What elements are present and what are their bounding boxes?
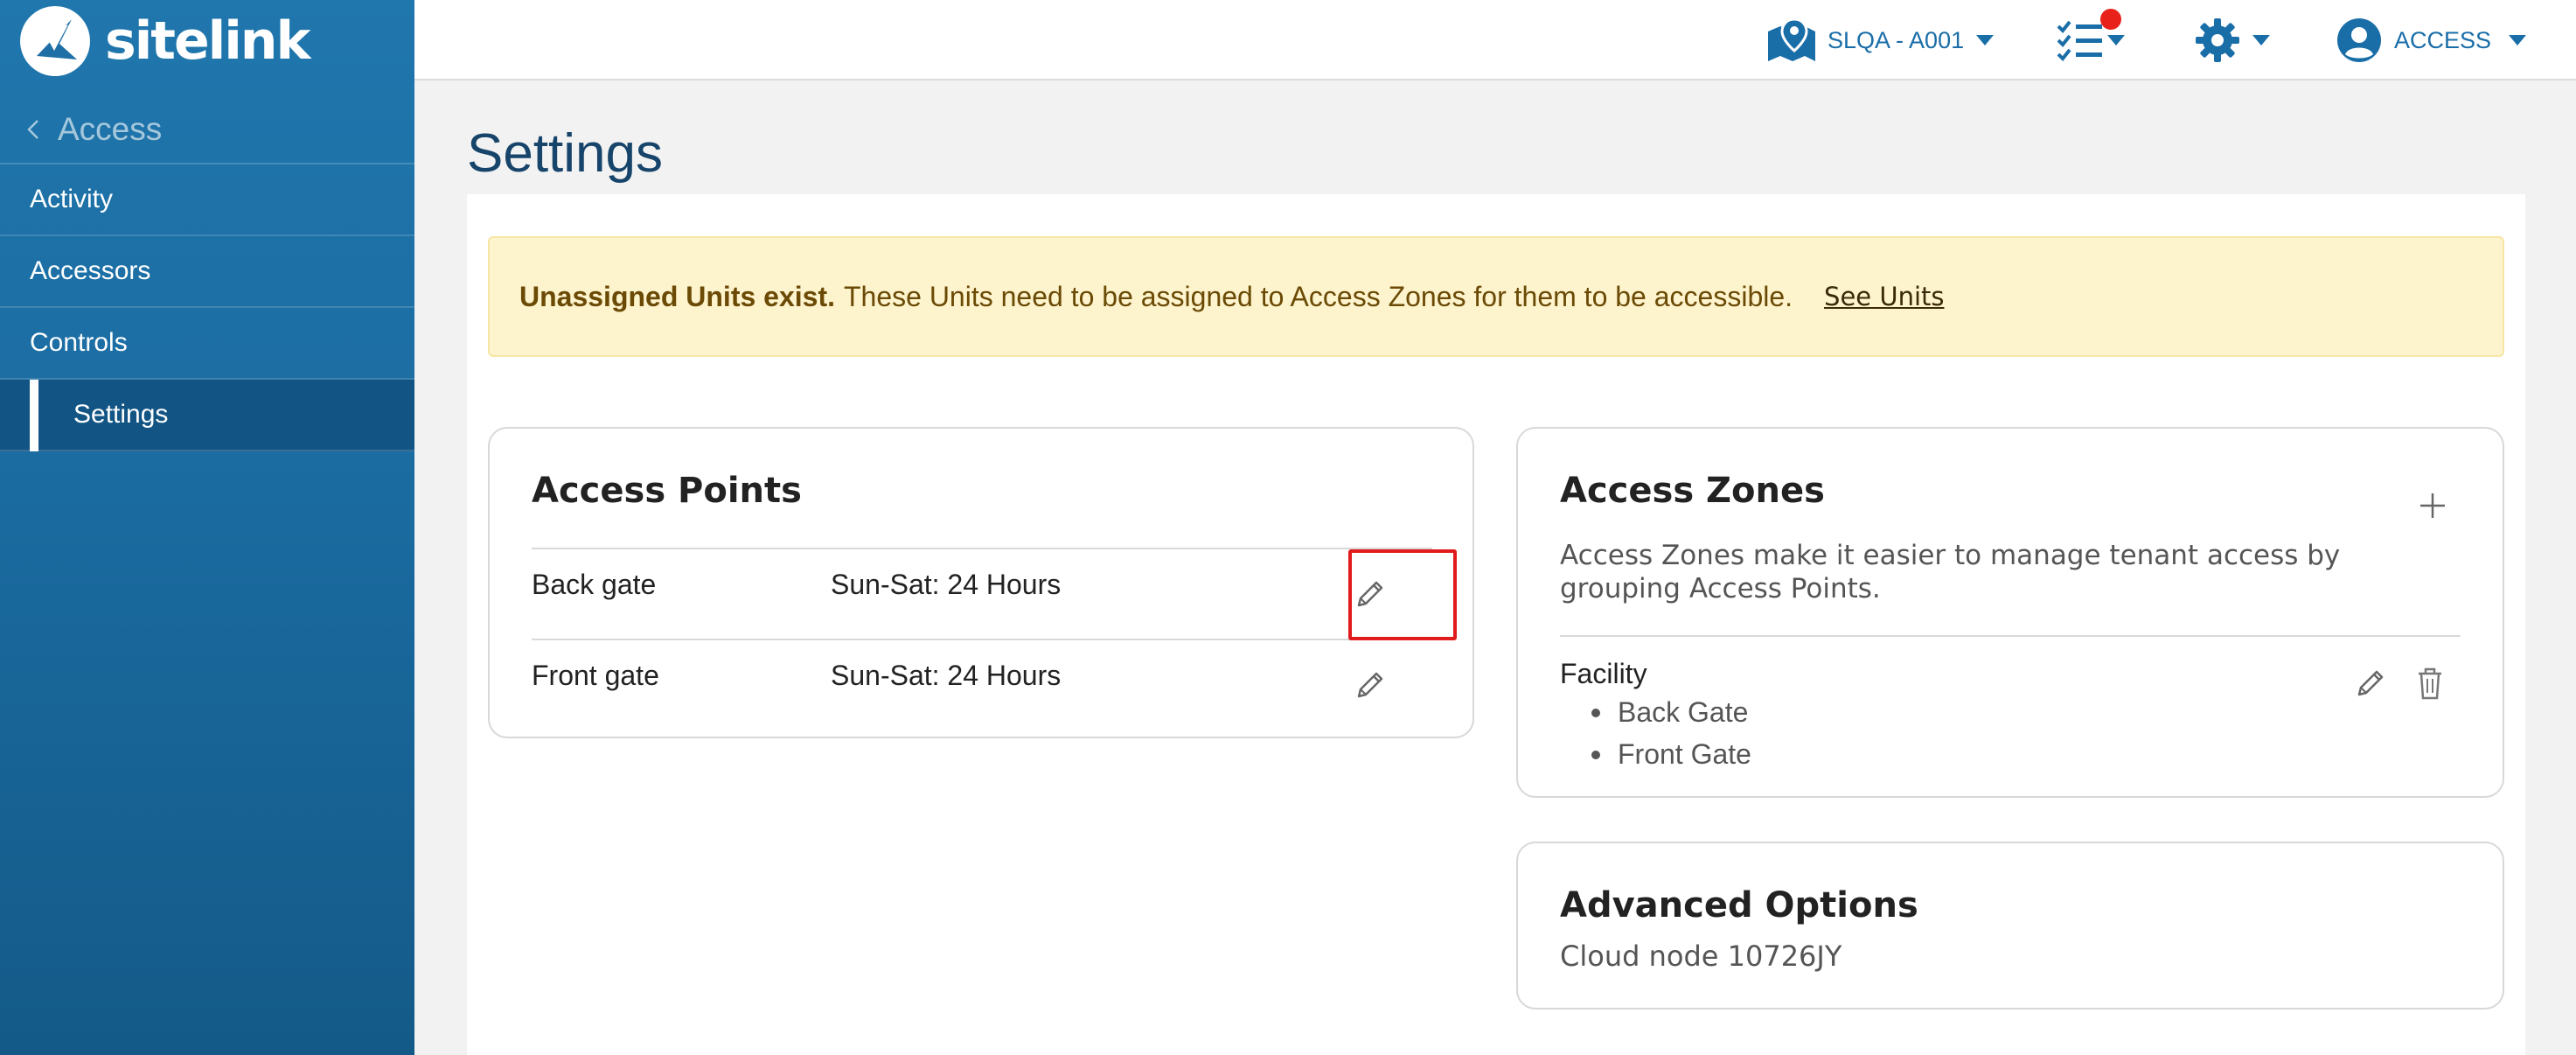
user-label: ACCESS	[2394, 26, 2492, 53]
sitelink-logo[interactable]: sitelink	[19, 5, 310, 77]
top-bar: SLQA - A001 ACCESS	[414, 0, 2576, 80]
access-points-card: Access Points Back gate Sun-Sat: 24 Hour…	[488, 427, 1474, 738]
sidebar-item-label: Controls	[30, 328, 128, 357]
zone-access-point: Front Gate	[1591, 738, 1751, 771]
chevron-down-icon	[2252, 35, 2270, 45]
alert-message: These Units need to be assigned to Acces…	[843, 280, 1793, 312]
pencil-icon[interactable]	[1352, 667, 1389, 703]
access-point-name: Front gate	[532, 660, 659, 691]
access-point-row: Front gate Sun-Sat: 24 Hours	[532, 639, 1432, 730]
chevron-down-icon	[2509, 35, 2527, 45]
location-dropdown[interactable]: SLQA - A001	[1766, 0, 1995, 80]
access-zones-card: Access Zones Access Zones make it easier…	[1516, 427, 2504, 798]
unassigned-units-alert: Unassigned Units exist. These Units need…	[488, 236, 2504, 357]
zone-access-point-label: Back Gate	[1618, 696, 1749, 728]
advanced-options-title: Advanced Options	[1560, 885, 1918, 926]
sidebar-item-label: Accessors	[30, 256, 151, 285]
bullet	[1591, 708, 1600, 717]
chevron-down-icon	[1976, 35, 1995, 45]
sidebar-item-accessors[interactable]: Accessors	[0, 236, 414, 308]
back-label: Access	[58, 111, 163, 147]
zone-access-point: Back Gate	[1591, 696, 1748, 729]
highlight-box	[1348, 549, 1457, 640]
zone-name: Facility	[1560, 658, 1647, 689]
advanced-options-card: Advanced Options Cloud node 10726JY	[1516, 842, 2504, 1010]
pencil-icon[interactable]	[2352, 665, 2389, 702]
access-point-hours: Sun-Sat: 24 Hours	[831, 660, 1062, 691]
location-label: SLQA - A001	[1828, 26, 1965, 53]
plus-icon[interactable]	[2417, 490, 2448, 521]
bullet	[1591, 750, 1600, 759]
sidebar: sitelink Access Activity Accessors Contr…	[0, 0, 414, 1055]
tasks-dropdown[interactable]	[2057, 0, 2125, 80]
map-marker-icon	[1768, 17, 1815, 61]
chevron-left-icon	[27, 120, 38, 139]
cloud-node-label: Cloud node 10726JY	[1560, 940, 1842, 973]
access-point-name: Back gate	[532, 569, 657, 600]
sidebar-item-activity[interactable]: Activity	[0, 164, 414, 236]
sidebar-item-controls[interactable]: Controls	[0, 308, 414, 380]
alert-heading: Unassigned Units exist.	[519, 280, 835, 312]
access-point-row: Back gate Sun-Sat: 24 Hours	[532, 548, 1432, 639]
settings-dropdown[interactable]	[2195, 0, 2270, 80]
access-point-hours: Sun-Sat: 24 Hours	[831, 569, 1062, 600]
zone-access-point-label: Front Gate	[1618, 738, 1751, 770]
sidebar-item-settings[interactable]: Settings	[0, 380, 414, 451]
notification-badge	[2100, 9, 2121, 30]
sitelink-logo-icon	[20, 6, 90, 76]
page-title: Settings	[467, 123, 664, 184]
sidebar-item-label: Settings	[73, 400, 169, 429]
access-points-title: Access Points	[532, 471, 802, 511]
divider	[1560, 635, 2461, 637]
access-zones-title: Access Zones	[1560, 471, 1825, 511]
sidebar-item-label: Activity	[30, 185, 114, 213]
gear-icon	[2196, 18, 2239, 62]
chevron-down-icon	[2107, 35, 2125, 45]
user-dropdown[interactable]: ACCESS	[2336, 0, 2527, 80]
user-avatar-icon	[2337, 18, 2381, 62]
task-list-icon	[2057, 20, 2102, 61]
access-zones-description: Access Zones make it easier to manage te…	[1560, 540, 2341, 604]
brand-name: sitelink	[105, 10, 310, 72]
trash-icon[interactable]	[2412, 665, 2448, 702]
back-to-access-link[interactable]: Access	[0, 96, 414, 164]
see-units-link[interactable]: See Units	[1824, 282, 1944, 311]
